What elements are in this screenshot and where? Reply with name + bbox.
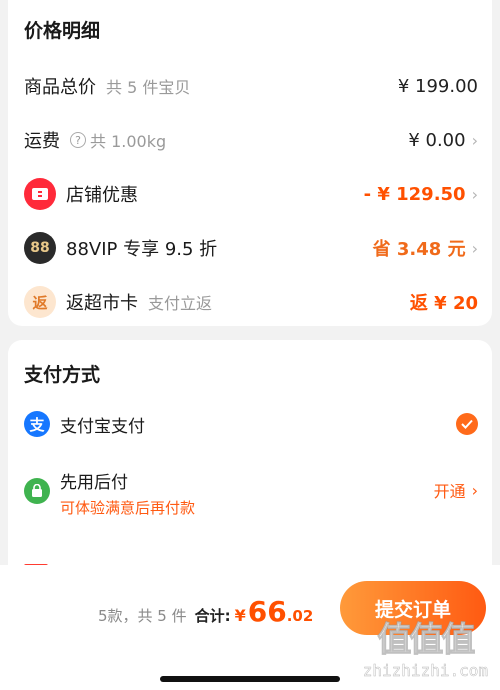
alipay-icon: 支: [24, 411, 50, 437]
order-summary: 5款，共 5 件 合计: ¥ 66 .02: [98, 595, 313, 628]
question-icon[interactable]: ?: [70, 132, 86, 148]
total-dec: .02: [286, 607, 314, 625]
row-store-discount[interactable]: 店铺优惠 - ¥ 129.50 ›: [8, 176, 492, 212]
activate-link[interactable]: 开通: [434, 478, 466, 502]
alipay-select[interactable]: [456, 413, 478, 435]
chevron-right-icon: ›: [471, 184, 478, 204]
watermark: 值值值 zhizhizhi.com: [362, 612, 489, 681]
total-currency: ¥: [234, 606, 246, 625]
chevron-right-icon: ›: [471, 480, 478, 500]
total-int: 66: [247, 595, 287, 628]
payment-method-card: 支付方式 支 支付宝支付 先用后付 可体验满意后再付款 开通 ›: [8, 340, 492, 600]
total-price-count: 共 5 件宝贝: [106, 78, 191, 97]
price-details-card: 价格明细 商品总价 共 5 件宝贝 ¥ 199.00 运费 ? 共 1.00kg…: [8, 0, 492, 326]
row-88vip[interactable]: 88 88VIP 专享 9.5 折 省 3.48 元 ›: [8, 230, 492, 266]
alipay-label: 支付宝支付: [60, 416, 145, 437]
watermark-text: zhizhizhi.com: [362, 661, 489, 681]
pay-later-label: 先用后付: [60, 473, 128, 493]
cashback-value: 返 ¥ 20: [410, 289, 478, 315]
cashback-sub: 支付立返: [148, 294, 213, 313]
pay-later-action[interactable]: 开通 ›: [434, 478, 478, 502]
item-count: 5款，共 5 件: [98, 607, 187, 625]
pay-later-sub: 可体验满意后再付款: [60, 499, 196, 517]
shipping-value: ¥ 0.00 ›: [408, 130, 478, 151]
home-indicator: [160, 676, 340, 682]
shipping-weight: ? 共 1.00kg: [70, 128, 166, 152]
store-discount-amount: - ¥ 129.50: [363, 183, 466, 205]
total-price-label: 商品总价: [24, 77, 96, 98]
88vip-saving: 省 3.48 元: [372, 239, 466, 260]
pay-later-text: 先用后付 可体验满意后再付款: [60, 468, 195, 518]
total-label: 合计:: [194, 607, 231, 625]
88vip-icon: 88: [24, 232, 56, 264]
coupon-icon: [24, 178, 56, 210]
payment-option-alipay[interactable]: 支 支付宝支付: [8, 406, 492, 442]
cashback-icon: 返: [24, 286, 56, 318]
store-discount-label: 店铺优惠: [66, 185, 138, 206]
chevron-right-icon: ›: [471, 238, 478, 258]
chevron-right-icon: ›: [471, 130, 478, 150]
shipping-weight-text: 共 1.00kg: [90, 132, 167, 151]
watermark-logo: 值值值: [377, 620, 476, 661]
row-total-price: 商品总价 共 5 件宝贝 ¥ 199.00: [8, 68, 492, 104]
total-price-amount: ¥ 199.00: [397, 75, 478, 97]
88vip-label: 88VIP 专享 9.5 折: [66, 239, 218, 260]
payment-option-pay-later[interactable]: 先用后付 可体验满意后再付款 开通 ›: [8, 462, 492, 522]
check-icon[interactable]: [456, 413, 478, 435]
row-shipping[interactable]: 运费 ? 共 1.00kg ¥ 0.00 ›: [8, 122, 492, 158]
credit-later-icon: [24, 478, 50, 504]
store-discount-value: - ¥ 129.50 ›: [364, 184, 478, 205]
cashback-amount: 返 ¥ 20: [409, 293, 478, 314]
shipping-amount: ¥ 0.00: [408, 129, 466, 151]
shipping-label: 运费: [24, 131, 60, 152]
row-cashback: 返 返超市卡 支付立返 返 ¥ 20: [8, 284, 492, 320]
total-price-value: ¥ 199.00: [398, 76, 478, 97]
88vip-value: 省 3.48 元 ›: [373, 235, 478, 261]
price-details-title: 价格明细: [24, 20, 101, 42]
payment-method-title: 支付方式: [24, 364, 101, 386]
cashback-label: 返超市卡: [66, 293, 138, 314]
